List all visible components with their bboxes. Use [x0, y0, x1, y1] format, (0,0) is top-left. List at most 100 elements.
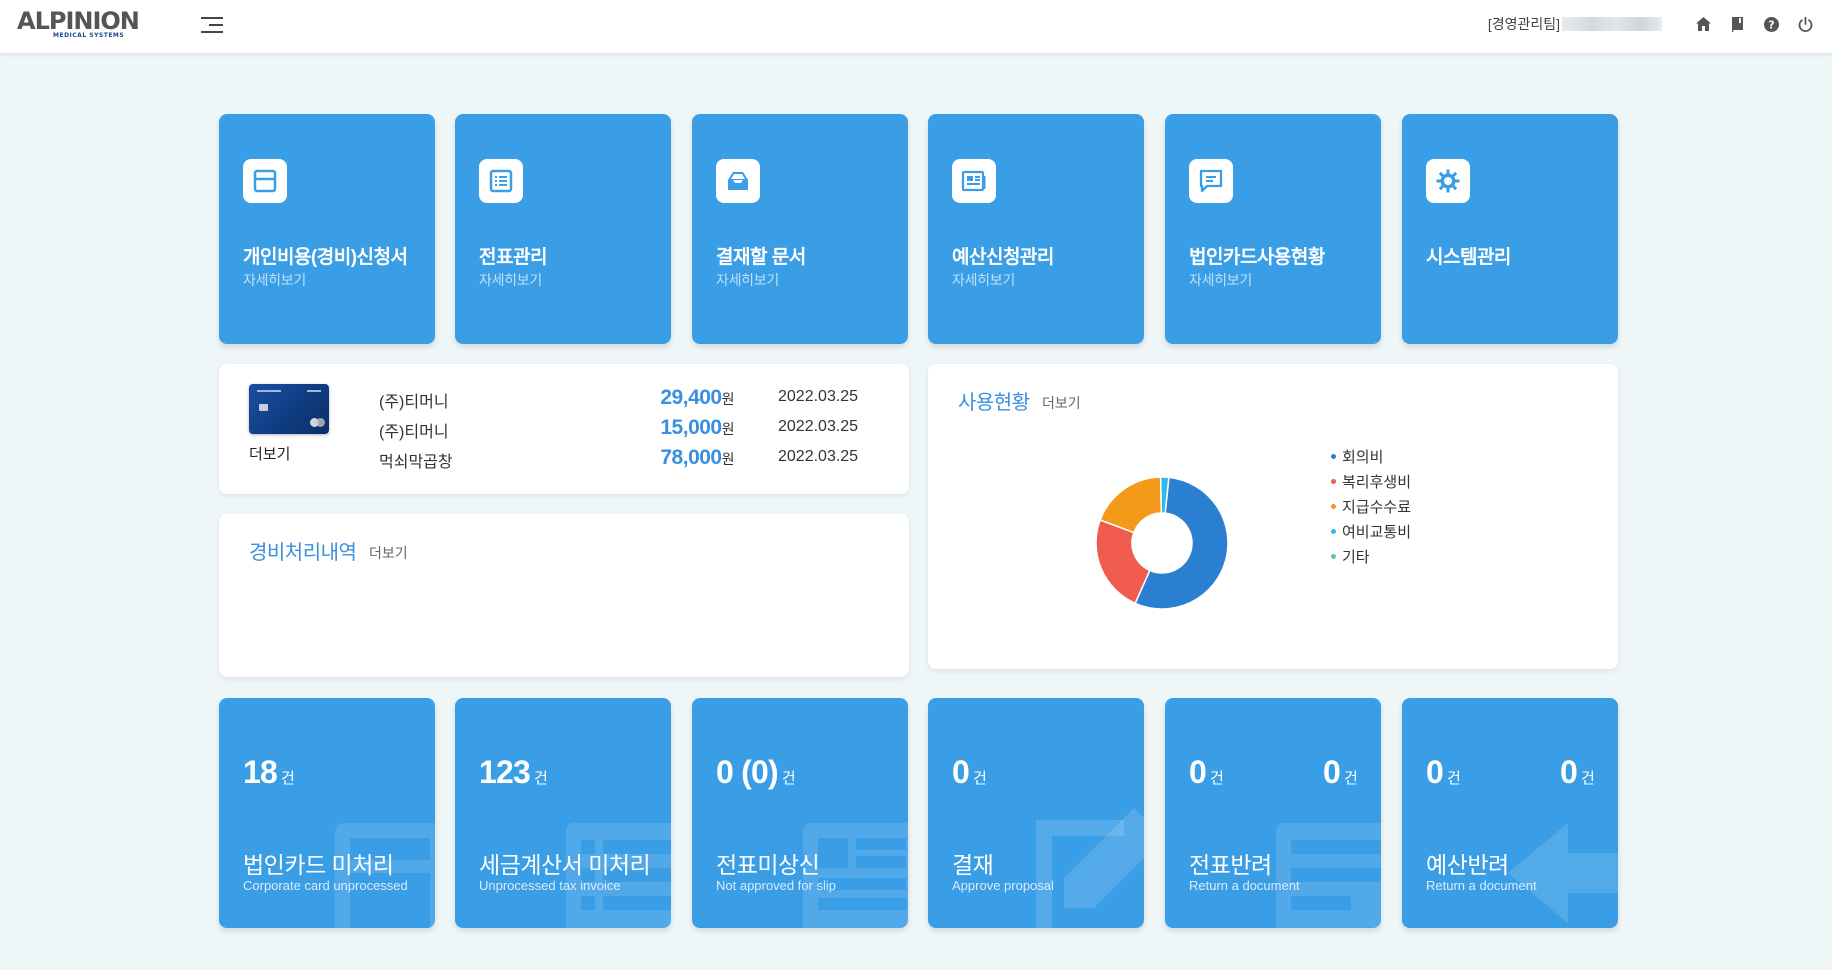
- legend-item[interactable]: 회의비: [1331, 444, 1411, 469]
- menu-card-expense-request[interactable]: 개인비용(경비)신청서 자세히보기: [219, 114, 435, 344]
- usage-status-more-link[interactable]: 더보기: [1042, 393, 1081, 413]
- menu-card-detail-link[interactable]: 자세히보기: [716, 270, 779, 290]
- menu-card-title: 예산신청관리: [952, 247, 1054, 268]
- stat-card-budget-returned[interactable]: 0건 0건 예산반려 Return a document: [1402, 698, 1618, 928]
- menu-card-detail-link[interactable]: 자세히보기: [1189, 270, 1252, 290]
- stat-count-secondary: 0건: [1560, 754, 1595, 791]
- menu-card-title: 시스템관리: [1426, 247, 1511, 268]
- power-icon[interactable]: [1796, 15, 1814, 33]
- card-icon: [243, 159, 287, 203]
- card-decoration: [307, 390, 321, 392]
- stat-subtitle: Return a document: [1426, 878, 1537, 893]
- menu-card-title: 개인비용(경비)신청서: [243, 247, 408, 268]
- menu-card-detail-link[interactable]: 자세히보기: [479, 270, 542, 290]
- legend-label: 복리후생비: [1342, 474, 1412, 491]
- legend-item[interactable]: 기타: [1331, 544, 1411, 569]
- gear-icon: [1426, 159, 1470, 203]
- corporate-card-image[interactable]: [249, 384, 329, 434]
- legend-item[interactable]: 복리후생비: [1331, 469, 1411, 494]
- stat-card-tax-invoice-unprocessed[interactable]: 123 건 세금계산서 미처리 Unprocessed tax invoice: [455, 698, 671, 928]
- stat-count: 18 건: [243, 754, 295, 791]
- menu-card-slip-management[interactable]: 전표관리 자세히보기: [455, 114, 671, 344]
- amount-value: 15,000: [660, 416, 722, 439]
- stat-title: 법인카드 미처리: [243, 852, 394, 878]
- legend-item[interactable]: 여비교통비: [1331, 519, 1411, 544]
- expense-history-title: 경비처리내역: [249, 542, 357, 564]
- stat-card-slip-not-approved[interactable]: 0 (0) 건 전표미상신 Not approved for slip: [692, 698, 908, 928]
- stat-count: 0건: [952, 754, 987, 791]
- menu-card-detail-link[interactable]: 자세히보기: [952, 270, 1015, 290]
- stat-subtitle: Return a document: [1189, 878, 1300, 893]
- usage-status-panel: 사용현황 더보기 회의비복리후생비지급수수료여비교통비기타: [928, 364, 1618, 669]
- legend-label: 기타: [1342, 549, 1370, 566]
- stat-title: 예산반려: [1426, 852, 1509, 878]
- help-icon[interactable]: ?: [1762, 15, 1780, 33]
- transaction-row[interactable]: (주)티머니 15,000원 2022.03.25: [379, 416, 899, 441]
- logo-text: ALPINION: [17, 7, 140, 35]
- legend-dot: [1331, 529, 1336, 534]
- transaction-amount: 15,000원: [660, 416, 734, 440]
- transaction-amount: 78,000원: [660, 446, 734, 470]
- list-icon: [479, 159, 523, 203]
- menu-card-corporate-card-usage[interactable]: 법인카드사용현황 자세히보기: [1165, 114, 1381, 344]
- legend-label: 지급수수료: [1342, 499, 1412, 516]
- stat-count: 0건: [1426, 754, 1461, 791]
- legend-dot: [1331, 454, 1336, 459]
- stat-title: 결재: [952, 852, 994, 878]
- stat-subtitle: Unprocessed tax invoice: [479, 878, 621, 893]
- menu-card-title: 전표관리: [479, 247, 547, 268]
- stat-unit: 건: [1210, 770, 1224, 787]
- hamburger-line: [201, 17, 223, 19]
- stat-subtitle: Not approved for slip: [716, 878, 836, 893]
- transaction-date: 2022.03.25: [778, 418, 859, 435]
- card-brand-logo: [316, 418, 325, 427]
- stat-value: 0 (0): [716, 754, 779, 790]
- stat-card-slip-returned[interactable]: 0건 0건 전표반려 Return a document: [1165, 698, 1381, 928]
- menu-card-detail-link[interactable]: 자세히보기: [243, 270, 306, 290]
- legend-item[interactable]: 지급수수료: [1331, 494, 1411, 519]
- book-icon[interactable]: [1728, 15, 1746, 33]
- logo[interactable]: ALPINION MEDICAL SYSTEMS: [17, 7, 152, 41]
- stat-value: 0: [1323, 754, 1341, 790]
- stat-count: 0 (0) 건: [716, 754, 796, 791]
- stat-subtitle: Approve proposal: [952, 878, 1054, 893]
- menu-card-approval-documents[interactable]: 결재할 문서 자세히보기: [692, 114, 908, 344]
- inbox-icon: [716, 159, 760, 203]
- transaction-merchant: (주)티머니: [379, 424, 449, 441]
- home-icon[interactable]: [1694, 15, 1712, 33]
- newspaper-icon: [952, 159, 996, 203]
- stat-value: 0: [1426, 754, 1444, 790]
- menu-card-budget-request[interactable]: 예산신청관리 자세히보기: [928, 114, 1144, 344]
- amount-unit: 원: [721, 391, 735, 407]
- transaction-merchant: (주)티머니: [379, 394, 449, 411]
- transaction-amount: 29,400원: [660, 386, 734, 410]
- legend-label: 여비교통비: [1342, 524, 1412, 541]
- stat-unit: 건: [1344, 770, 1358, 787]
- card-decoration: [257, 390, 281, 392]
- transaction-row[interactable]: 먹쇠막곱창 78,000원 2022.03.25: [379, 446, 899, 471]
- stat-card-approve-proposal[interactable]: 0건 결재 Approve proposal: [928, 698, 1144, 928]
- chart-legend: 회의비복리후생비지급수수료여비교통비기타: [1331, 444, 1411, 569]
- transaction-merchant: 먹쇠막곱창: [379, 454, 453, 471]
- amount-value: 78,000: [660, 446, 722, 469]
- transaction-row[interactable]: (주)티머니 29,400원 2022.03.25: [379, 386, 899, 411]
- stat-title: 전표반려: [1189, 852, 1272, 878]
- card-more-link[interactable]: 더보기: [249, 443, 290, 464]
- stat-title: 전표미상신: [716, 852, 820, 878]
- stat-subtitle: Corporate card unprocessed: [243, 878, 408, 893]
- stat-title: 세금계산서 미처리: [479, 852, 651, 878]
- expense-history-more-link[interactable]: 더보기: [369, 543, 408, 563]
- menu-card-title: 법인카드사용현황: [1189, 247, 1325, 268]
- hamburger-line: [209, 24, 223, 26]
- menu-toggle-button[interactable]: [201, 14, 229, 36]
- menu-card-system-management[interactable]: 시스템관리: [1402, 114, 1618, 344]
- amount-unit: 원: [721, 421, 735, 437]
- stat-unit: 건: [781, 770, 796, 787]
- usage-donut-chart[interactable]: [1092, 473, 1232, 613]
- stat-count-secondary: 0건: [1323, 754, 1358, 791]
- transaction-date: 2022.03.25: [778, 388, 859, 405]
- stat-card-card-unprocessed[interactable]: 18 건 법인카드 미처리 Corporate card unprocessed: [219, 698, 435, 928]
- card-chip: [259, 404, 268, 411]
- usage-status-title: 사용현황: [958, 392, 1030, 414]
- svg-text:?: ?: [1768, 18, 1774, 31]
